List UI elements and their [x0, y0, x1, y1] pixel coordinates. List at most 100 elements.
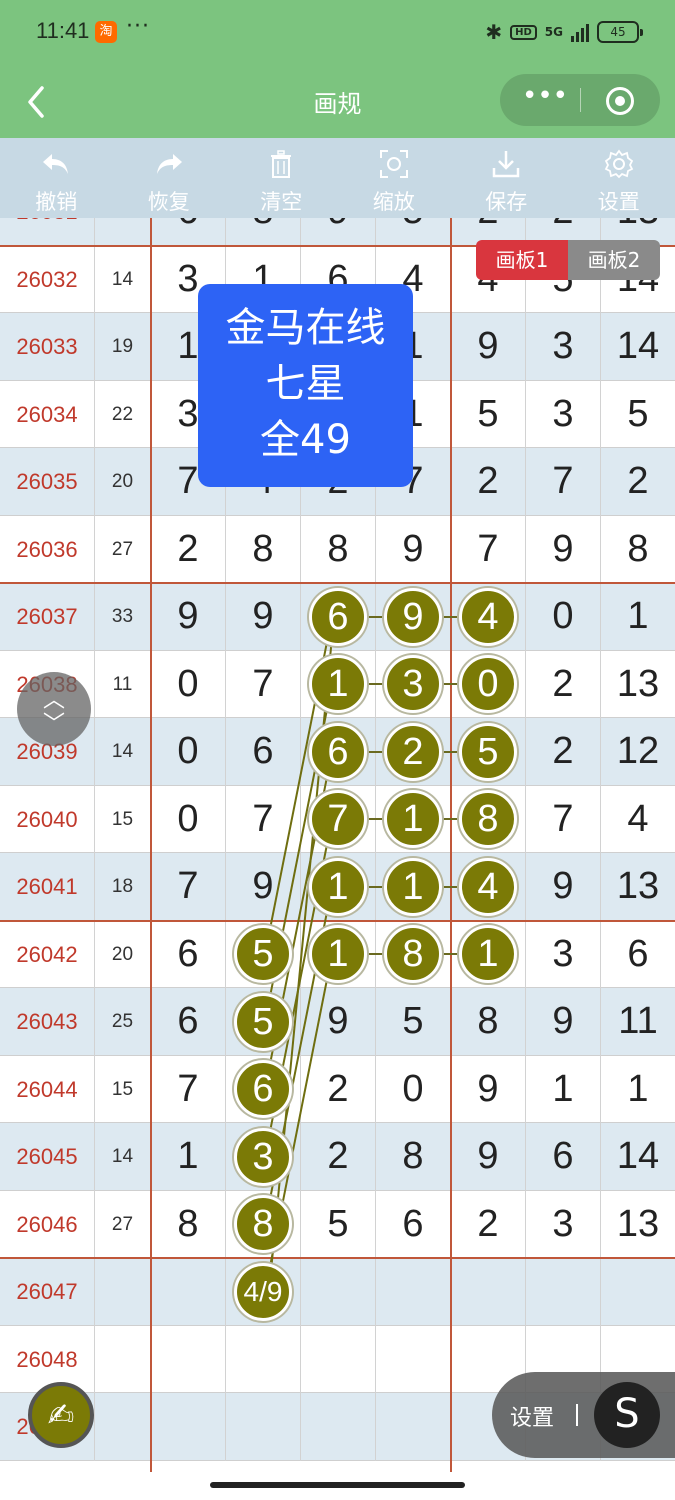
marked-ball[interactable]: 1 — [309, 655, 367, 714]
digit-cell[interactable]: 2 — [301, 1055, 376, 1123]
digit-cell[interactable]: 9 — [301, 988, 376, 1056]
digit-cell[interactable]: 9 — [526, 853, 601, 921]
digit-cell[interactable] — [301, 1258, 376, 1326]
marked-ball[interactable]: 0 — [459, 655, 517, 714]
marked-ball[interactable]: 5 — [459, 722, 517, 781]
digit-cell[interactable]: 8 — [301, 515, 376, 583]
digit-cell[interactable]: 3 — [526, 380, 601, 448]
marked-ball[interactable]: 6 — [309, 722, 367, 781]
marked-ball[interactable]: 1 — [309, 925, 367, 984]
s-logo-button[interactable]: S — [594, 1382, 660, 1448]
digit-cell[interactable]: 5 — [376, 988, 451, 1056]
digit-cell[interactable]: 8 — [226, 515, 301, 583]
digit-cell[interactable]: 8 — [151, 1190, 226, 1258]
digit-cell[interactable]: 0 — [151, 718, 226, 786]
digit-cell[interactable] — [226, 1393, 301, 1461]
digit-cell[interactable]: 9 — [151, 583, 226, 651]
marked-ball[interactable]: 5 — [234, 925, 292, 984]
marked-ball[interactable]: 4 — [459, 587, 517, 646]
digit-cell[interactable]: 9 — [451, 1055, 526, 1123]
digit-cell[interactable]: 5 — [301, 1190, 376, 1258]
digit-cell[interactable]: 3 — [526, 1190, 601, 1258]
digit-cell[interactable]: 0 — [526, 583, 601, 651]
draw-pen-button[interactable]: ✍ — [28, 1382, 94, 1448]
digit-cell[interactable]: 2 — [451, 448, 526, 516]
digit-cell[interactable] — [301, 1393, 376, 1461]
marked-ball[interactable]: 7 — [309, 790, 367, 849]
digit-cell[interactable]: 13 — [601, 853, 675, 921]
floating-settings-button[interactable]: 设置 — [510, 1400, 554, 1432]
digit-cell[interactable]: 5 — [451, 380, 526, 448]
digit-cell[interactable]: 6 — [526, 1123, 601, 1191]
marked-ball[interactable]: 4 — [459, 857, 517, 916]
digit-cell[interactable]: 7 — [226, 650, 301, 718]
digit-cell[interactable]: 7 — [226, 785, 301, 853]
text-label-box[interactable]: 金马在线 七星 全49 — [198, 284, 413, 487]
redo-button[interactable]: 恢复 — [113, 138, 226, 218]
digit-cell[interactable]: 2 — [526, 718, 601, 786]
digit-cell[interactable]: 7 — [151, 853, 226, 921]
digit-cell[interactable]: 2 — [451, 1190, 526, 1258]
digit-cell[interactable] — [376, 1258, 451, 1326]
marked-ball[interactable]: 9 — [384, 587, 442, 646]
marked-ball[interactable]: 1 — [384, 857, 442, 916]
digit-cell[interactable]: 9 — [451, 1123, 526, 1191]
settings-button[interactable]: 设置 — [563, 138, 675, 218]
digit-cell[interactable]: 1 — [601, 583, 675, 651]
digit-cell[interactable]: 8 — [226, 218, 301, 246]
digit-cell[interactable] — [151, 1393, 226, 1461]
digit-cell[interactable]: 2 — [601, 448, 675, 516]
scroll-toggle-button[interactable]: ︿ ﹀ — [17, 672, 91, 746]
digit-cell[interactable]: 3 — [526, 313, 601, 381]
save-button[interactable]: 保存 — [450, 138, 563, 218]
marked-ball[interactable]: 3 — [384, 655, 442, 714]
digit-cell[interactable]: 13 — [601, 1191, 675, 1259]
digit-cell[interactable]: 0 — [151, 785, 226, 853]
digit-cell[interactable]: 0 — [376, 1055, 451, 1123]
digit-cell[interactable]: 9 — [226, 853, 301, 921]
marked-ball[interactable]: 1 — [459, 925, 517, 984]
zoom-button[interactable]: 缩放 — [338, 138, 451, 218]
digit-cell[interactable]: 0 — [151, 650, 226, 718]
marked-ball[interactable]: 1 — [309, 857, 367, 916]
digit-cell[interactable]: 3 — [526, 920, 601, 988]
digit-cell[interactable] — [151, 1258, 226, 1326]
marked-ball[interactable]: 8 — [384, 925, 442, 984]
digit-cell[interactable]: 6 — [151, 218, 226, 246]
marked-ball[interactable]: 2 — [384, 722, 442, 781]
marked-ball[interactable]: 1 — [384, 790, 442, 849]
digit-cell[interactable]: 7 — [451, 515, 526, 583]
digit-cell[interactable]: 6 — [376, 1190, 451, 1258]
digit-cell[interactable]: 5 — [376, 218, 451, 246]
close-mini-program-icon[interactable] — [606, 87, 634, 115]
digit-cell[interactable] — [301, 1325, 376, 1393]
digit-cell[interactable]: 8 — [451, 988, 526, 1056]
marked-ball[interactable]: 6 — [309, 587, 367, 646]
digit-cell[interactable] — [376, 1393, 451, 1461]
digit-cell[interactable]: 9 — [301, 218, 376, 246]
digit-cell[interactable] — [376, 1325, 451, 1393]
digit-cell[interactable]: 1 — [151, 1123, 226, 1191]
digit-cell[interactable]: 9 — [526, 515, 601, 583]
digit-cell[interactable]: 4 — [601, 786, 675, 854]
clear-button[interactable]: 清空 — [225, 138, 338, 218]
digit-cell[interactable]: 6 — [151, 920, 226, 988]
marked-ball[interactable]: 5 — [234, 992, 292, 1051]
digit-cell[interactable]: 13 — [601, 651, 675, 719]
digit-cell[interactable] — [601, 1258, 675, 1326]
digit-cell[interactable]: 6 — [151, 988, 226, 1056]
digit-cell[interactable]: 14 — [601, 1123, 675, 1191]
digit-cell[interactable]: 7 — [151, 1055, 226, 1123]
marked-ball[interactable]: 4/9 — [234, 1262, 292, 1321]
digit-cell[interactable]: 6 — [226, 718, 301, 786]
digit-cell[interactable]: 9 — [526, 988, 601, 1056]
digit-cell[interactable]: 7 — [526, 785, 601, 853]
digit-cell[interactable]: 2 — [151, 515, 226, 583]
digit-cell[interactable]: 9 — [376, 515, 451, 583]
digit-cell[interactable]: 9 — [226, 583, 301, 651]
digit-cell[interactable] — [526, 1258, 601, 1326]
undo-button[interactable]: 撤销 — [0, 138, 113, 218]
digit-cell[interactable]: 12 — [601, 718, 675, 786]
marked-ball[interactable]: 6 — [234, 1060, 292, 1119]
digit-cell[interactable]: 8 — [601, 516, 675, 584]
